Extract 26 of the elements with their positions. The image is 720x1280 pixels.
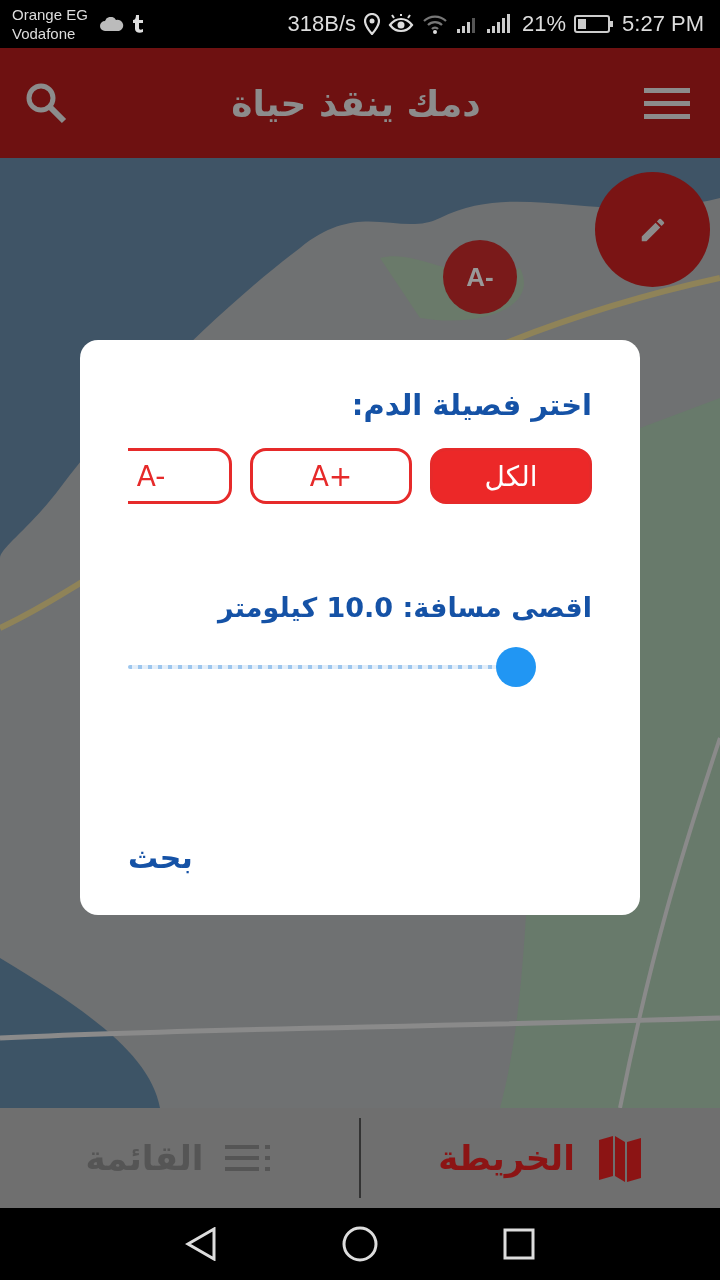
carrier-name: Orange EG	[12, 5, 88, 24]
home-icon[interactable]	[342, 1226, 378, 1262]
recents-icon[interactable]	[503, 1228, 535, 1260]
slider-thumb[interactable]	[496, 647, 536, 687]
clock: 5:27 PM	[622, 11, 704, 37]
app-title: دمك ينقذ حياة	[231, 82, 481, 124]
tumblr-icon	[131, 15, 144, 33]
search-icon[interactable]	[24, 81, 68, 125]
blood-type-chip[interactable]: A-	[128, 448, 232, 504]
search-button[interactable]: بحث	[128, 836, 193, 879]
network-speed: 318B/s	[287, 11, 356, 37]
carrier-name: Vodafone	[12, 24, 77, 43]
distance-label: اقصى مسافة: 10.0 كيلومتر	[216, 592, 592, 623]
distance-slider[interactable]	[128, 647, 536, 687]
blood-type-chip[interactable]: A+	[250, 448, 412, 504]
wifi-icon	[422, 14, 448, 34]
blood-type-label: اختر فصيلة الدم:	[350, 388, 592, 422]
eye-icon	[388, 14, 414, 34]
battery-icon	[574, 14, 615, 34]
location-icon	[364, 13, 380, 35]
menu-icon[interactable]	[644, 86, 690, 120]
battery-percent: 21%	[522, 11, 567, 37]
map-icon	[596, 1134, 643, 1182]
back-icon[interactable]	[185, 1227, 217, 1261]
cloud-icon	[99, 17, 124, 31]
blood-type-chip[interactable]: الكل	[430, 448, 592, 504]
